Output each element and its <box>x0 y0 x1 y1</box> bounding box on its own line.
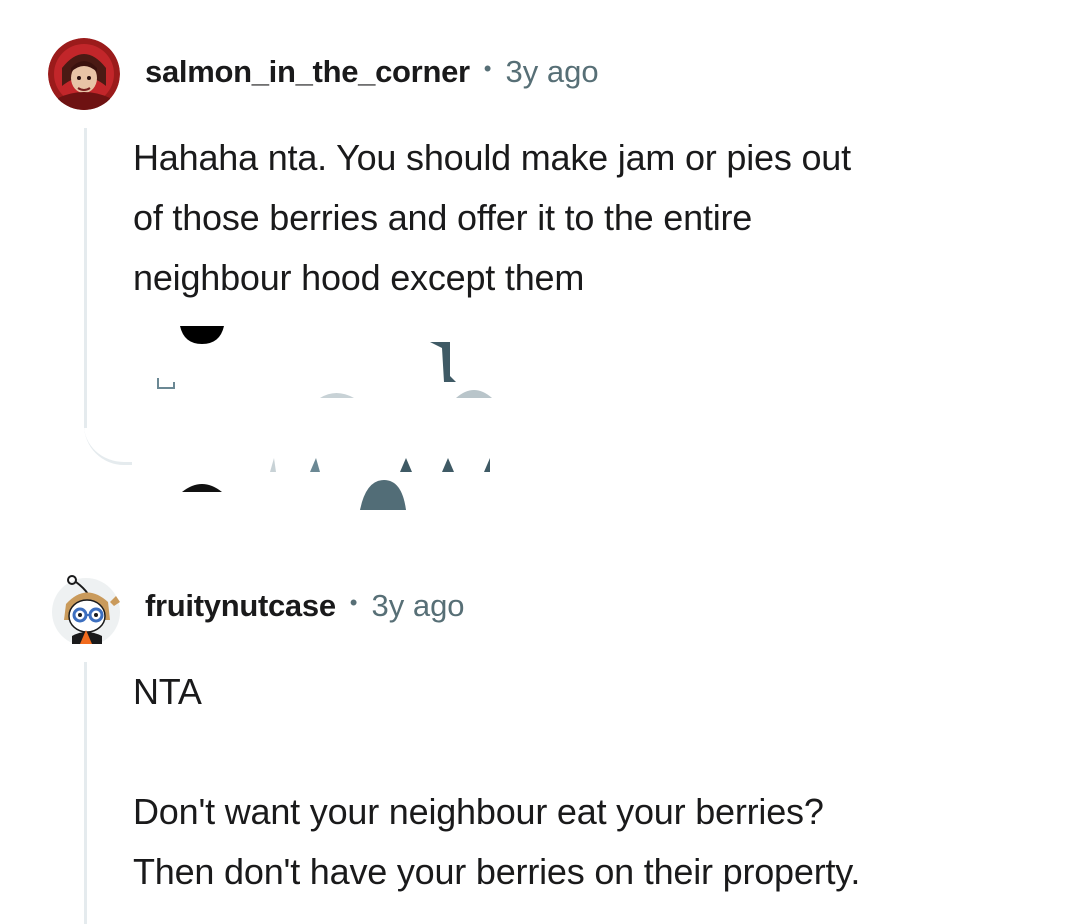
body-paragraph: NTA <box>133 671 202 712</box>
timestamp: 3y ago <box>505 54 599 89</box>
thread-line[interactable] <box>84 662 87 924</box>
body-line: Don't want your neighbour eat your berri… <box>133 791 824 832</box>
comment-1: salmon_in_the_corner • 3y ago Hahaha nta… <box>0 0 1080 540</box>
user-avatar-icon[interactable] <box>50 572 124 646</box>
body-line: neighbour hood except them <box>133 257 585 298</box>
comment-body: Hahaha nta. You should make jam or pies … <box>133 128 851 308</box>
red-hooded-character-avatar-icon <box>48 38 120 110</box>
body-line: Hahaha nta. You should make jam or pies … <box>133 137 851 178</box>
body-line: of those berries and offer it to the ent… <box>133 197 753 238</box>
comment-2: fruitynutcase • 3y ago NTA Don't want yo… <box>0 560 1080 924</box>
glasses-character-avatar-icon <box>52 575 120 646</box>
timestamp: 3y ago <box>371 588 465 623</box>
thread-connector <box>84 400 132 465</box>
username[interactable]: salmon_in_the_corner <box>145 54 470 90</box>
separator-dot: • <box>483 56 492 81</box>
username[interactable]: fruitynutcase <box>145 588 336 624</box>
separator-dot: • <box>349 590 358 615</box>
comment-actions-glyphs <box>157 326 492 510</box>
comment-meta: fruitynutcase • 3y ago <box>145 588 465 624</box>
body-line: Then don't have your berries on their pr… <box>133 851 861 892</box>
comment-body: NTA Don't want your neighbour eat your b… <box>133 662 860 902</box>
thread-line[interactable] <box>84 128 87 428</box>
user-avatar-icon[interactable] <box>48 38 120 110</box>
comment-meta: salmon_in_the_corner • 3y ago <box>145 54 599 90</box>
